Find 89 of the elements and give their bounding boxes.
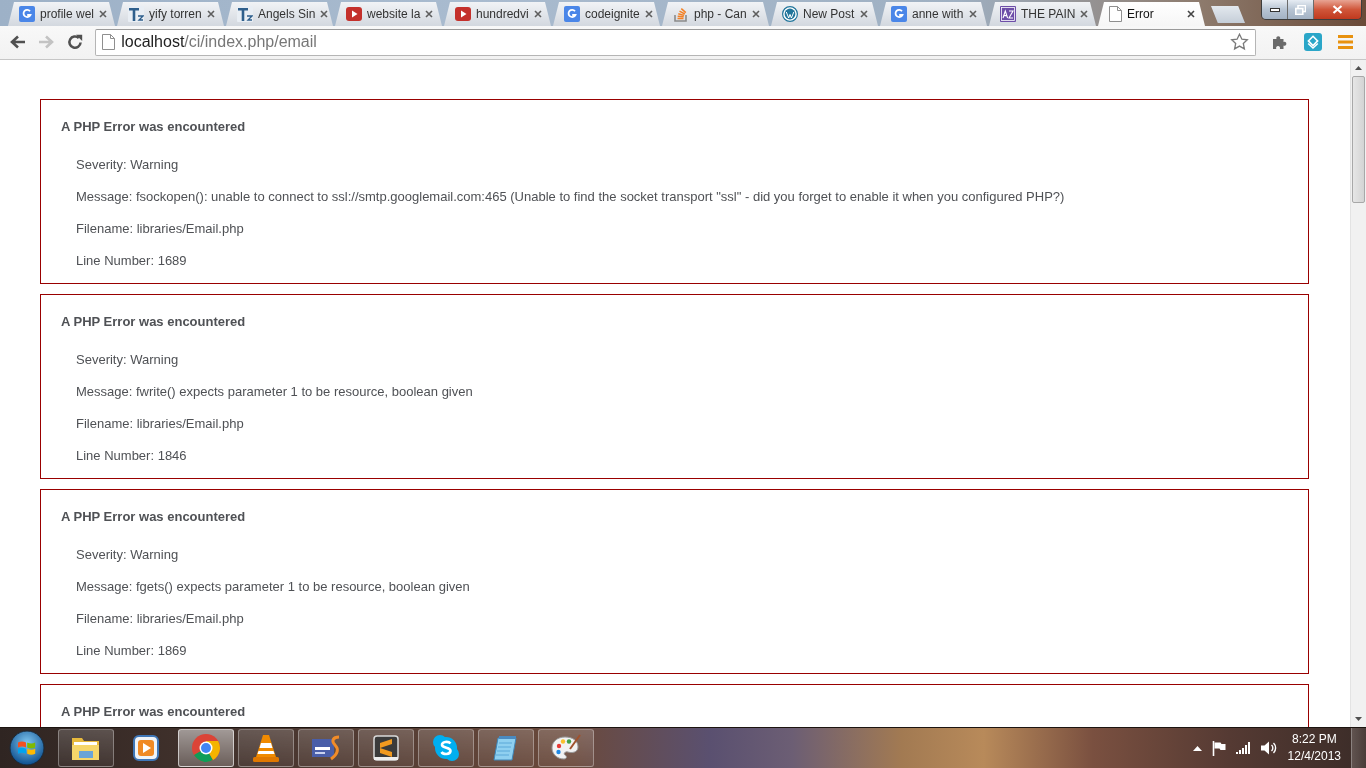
puzzle-icon bbox=[1273, 35, 1288, 50]
palette-icon bbox=[551, 734, 581, 762]
taskbar-button[interactable] bbox=[418, 729, 474, 767]
box-logo-icon bbox=[372, 734, 400, 762]
triangle-up-icon bbox=[1355, 65, 1362, 70]
close-icon[interactable] bbox=[969, 10, 977, 19]
triangle-down-icon bbox=[1355, 717, 1362, 721]
tab[interactable]: Angels Sin bbox=[226, 2, 333, 27]
error-heading: A PHP Error was encountered bbox=[61, 312, 247, 331]
error-detail: Line Number: 1869 bbox=[76, 641, 188, 660]
g-logo-icon bbox=[19, 6, 35, 23]
taskbar-button[interactable] bbox=[358, 729, 414, 767]
tab[interactable]: yify torren bbox=[117, 2, 224, 27]
page-icon bbox=[1109, 6, 1122, 23]
volume-icon bbox=[1260, 741, 1277, 755]
tile-logo-icon bbox=[311, 735, 341, 761]
error-detail: Message: fwrite() expects parameter 1 to be resource, boolean given bbox=[76, 382, 474, 401]
menu-icon bbox=[1338, 35, 1354, 50]
t-logo-icon bbox=[128, 6, 144, 23]
taskbar-button[interactable] bbox=[58, 729, 114, 767]
restore-button[interactable] bbox=[1288, 0, 1314, 19]
orb-icon bbox=[9, 730, 45, 766]
tab[interactable]: Error bbox=[1098, 2, 1205, 27]
error-detail: Severity: Warning bbox=[76, 350, 180, 369]
close-icon[interactable] bbox=[533, 10, 542, 19]
error-detail: Severity: Warning bbox=[76, 155, 180, 174]
taskbar-button[interactable] bbox=[298, 729, 354, 767]
diamond-logo-icon bbox=[1303, 33, 1322, 52]
tab[interactable]: profile wel bbox=[8, 2, 115, 27]
error-detail: Filename: libraries/Email.php bbox=[76, 219, 245, 238]
new-tab-button[interactable] bbox=[1211, 6, 1245, 24]
close-icon[interactable] bbox=[206, 10, 215, 19]
g-logo-icon bbox=[891, 6, 907, 23]
square-logo-icon bbox=[1000, 6, 1016, 23]
tab[interactable]: codeignite bbox=[553, 2, 660, 27]
address-field[interactable]: localhost/ci/index.php/email bbox=[95, 28, 1256, 56]
close-icon[interactable] bbox=[320, 10, 329, 19]
error-detail: Message: fsockopen(): unable to connect to ssl://smtp.googlemail.com:465 (Unable to find the socket transport "ssl" - did you forget to enable it when you configured PHP?) bbox=[76, 187, 1066, 206]
play-tile-icon bbox=[132, 734, 160, 762]
g-logo-icon bbox=[564, 6, 580, 23]
error-detail: Line Number: 1689 bbox=[76, 251, 188, 270]
close-icon[interactable] bbox=[1080, 10, 1089, 19]
star-icon[interactable] bbox=[1229, 33, 1249, 52]
tab[interactable]: php - Can bbox=[662, 2, 769, 27]
notepad-icon bbox=[492, 734, 520, 762]
page-icon bbox=[102, 34, 116, 51]
error-heading: A PHP Error was encountered bbox=[61, 702, 247, 721]
error-detail: Severity: Warning bbox=[76, 545, 180, 564]
back-arrow-icon bbox=[8, 34, 26, 51]
scrollbar-thumb[interactable] bbox=[1352, 75, 1365, 203]
taskbar-button[interactable] bbox=[538, 729, 594, 767]
close-icon[interactable] bbox=[751, 10, 760, 19]
arrow-up-icon bbox=[1192, 745, 1202, 751]
error-heading: A PHP Error was encountered bbox=[61, 117, 247, 136]
close-icon[interactable] bbox=[425, 10, 434, 19]
reload-icon bbox=[66, 34, 83, 51]
error-detail: Filename: libraries/Email.php bbox=[76, 609, 245, 628]
cone-icon bbox=[252, 733, 280, 763]
t-logo-icon bbox=[237, 6, 253, 23]
tab[interactable]: THE PAIN bbox=[989, 2, 1096, 27]
minimize-button[interactable] bbox=[1262, 0, 1288, 19]
flag-icon bbox=[1211, 740, 1226, 756]
restore-icon bbox=[1295, 4, 1306, 15]
close-icon[interactable] bbox=[99, 10, 108, 19]
close-icon[interactable] bbox=[1187, 10, 1195, 19]
cloud-logo-icon bbox=[431, 733, 461, 763]
error-detail: Filename: libraries/Email.php bbox=[76, 414, 245, 433]
error-detail: Message: fgets() expects parameter 1 to be resource, boolean given bbox=[76, 577, 471, 596]
signal-icon bbox=[1235, 742, 1251, 754]
play-logo-icon bbox=[346, 7, 362, 22]
tab[interactable]: hundredvi bbox=[444, 2, 551, 27]
folder-icon bbox=[71, 735, 101, 761]
clock-button[interactable]: 8:22 PM 12/4/2013 bbox=[1281, 731, 1347, 765]
taskbar-button[interactable] bbox=[238, 729, 294, 767]
minimize-icon bbox=[1269, 7, 1280, 12]
play-logo-icon bbox=[455, 7, 471, 22]
error-detail: Line Number: 1846 bbox=[76, 446, 188, 465]
tab[interactable]: anne with bbox=[880, 2, 987, 27]
forward-arrow-icon bbox=[37, 34, 55, 51]
close-icon bbox=[1332, 5, 1343, 14]
tab[interactable]: New Post bbox=[771, 2, 878, 27]
tab[interactable]: website la bbox=[335, 2, 442, 27]
stack-logo-icon bbox=[673, 6, 689, 23]
close-icon[interactable] bbox=[644, 10, 653, 19]
close-icon[interactable] bbox=[860, 10, 868, 19]
close-button[interactable] bbox=[1314, 0, 1361, 19]
ring-logo-icon bbox=[191, 733, 221, 763]
circle-logo-icon bbox=[782, 6, 798, 23]
error-heading: A PHP Error was encountered bbox=[61, 507, 247, 526]
